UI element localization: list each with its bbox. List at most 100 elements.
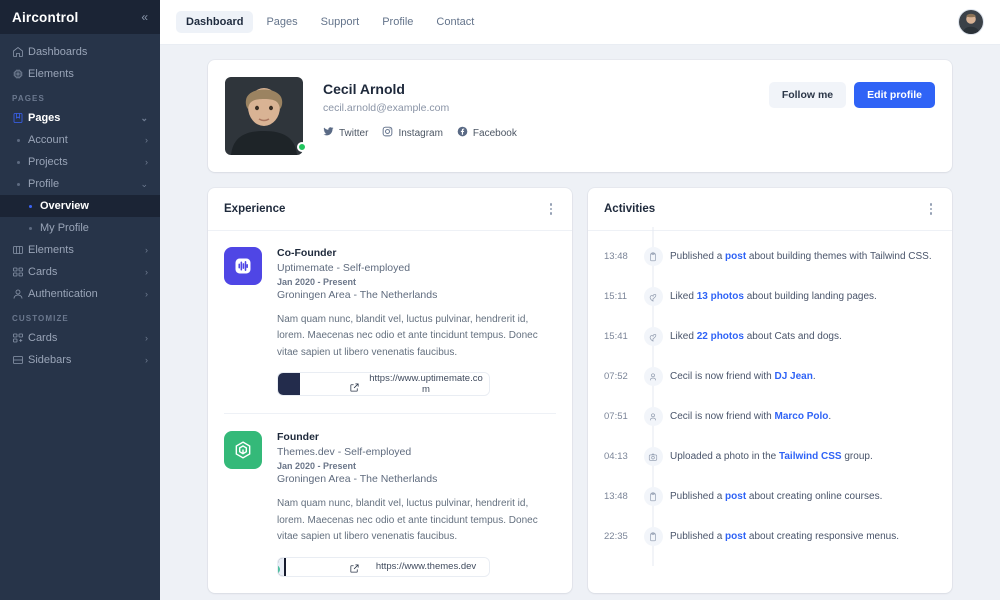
more-options-icon[interactable] — [926, 201, 937, 217]
activity-time: 13:48 — [604, 491, 636, 502]
experience-item: Founder Themes.dev - Self-employed Jan 2… — [224, 413, 556, 577]
sidebar-item-profile[interactable]: Profile ⌄ — [0, 173, 160, 195]
person-icon — [644, 367, 663, 386]
nav-item-support[interactable]: Support — [311, 11, 370, 33]
social-label: Instagram — [398, 128, 442, 139]
sidebar-nav: Dashboards Elements PAGES Pages ⌄ Accoun… — [0, 34, 160, 600]
sidebar-item-label: Elements — [28, 244, 141, 256]
sidebar-item-pages[interactable]: Pages ⌄ — [0, 107, 160, 129]
activities-card-header: Activities — [588, 188, 952, 231]
activity-link[interactable]: 13 photos — [697, 291, 744, 302]
social-link-instagram[interactable]: Instagram — [382, 126, 442, 140]
experience-link-card[interactable]: https://www.uptimemate.com — [277, 372, 490, 396]
experience-link-url: https://www.themes.dev — [363, 558, 489, 576]
sidebar-item-projects[interactable]: Projects › — [0, 151, 160, 173]
sidebar: Aircontrol « Dashboards Elements PAGES — [0, 0, 160, 600]
page-content: Cecil Arnold cecil.arnold@example.com Tw… — [160, 45, 1000, 600]
social-link-facebook[interactable]: Facebook — [457, 126, 517, 140]
nav-item-pages[interactable]: Pages — [256, 11, 307, 33]
sidebar-item-account[interactable]: Account › — [0, 129, 160, 151]
external-link-icon — [349, 561, 360, 572]
user-icon — [12, 288, 28, 300]
person-icon — [644, 407, 663, 426]
sidebar-item-cards[interactable]: Cards › — [0, 261, 160, 283]
activities-title: Activities — [604, 203, 655, 215]
sidebar-item-dashboards[interactable]: Dashboards — [0, 41, 160, 63]
sidebar-item-overview[interactable]: Overview — [0, 195, 160, 217]
avatar[interactable] — [958, 9, 984, 35]
chip-icon — [12, 68, 28, 80]
cards-icon — [12, 266, 28, 278]
main-area: Dashboard Pages Support Profile Contact — [160, 0, 1000, 600]
list-item[interactable]: 22:35 Published a post about creating re… — [604, 517, 936, 557]
sidebar-item-label: Overview — [40, 200, 148, 212]
follow-me-button[interactable]: Follow me — [769, 82, 846, 108]
sidebar-item-sidebars[interactable]: Sidebars › — [0, 349, 160, 371]
list-item[interactable]: 07:51 Cecil is now friend with Marco Pol… — [604, 397, 936, 437]
nav-item-profile[interactable]: Profile — [372, 11, 423, 33]
list-item[interactable]: 15:41 Liked 22 photos about Cats and dog… — [604, 317, 936, 357]
sidebar-item-label: My Profile — [40, 222, 148, 234]
sidebar-item-elements[interactable]: Elements › — [0, 239, 160, 261]
experience-list: Co-Founder Uptimemate - Self-employed Ja… — [208, 231, 572, 593]
sidebar-item-label: Elements — [28, 68, 148, 80]
social-link-twitter[interactable]: Twitter — [323, 126, 368, 140]
experience-role: Founder — [277, 431, 556, 443]
edit-profile-button[interactable]: Edit profile — [854, 82, 935, 108]
sidebar-item-elements-top[interactable]: Elements — [0, 63, 160, 85]
activity-link[interactable]: 22 photos — [697, 331, 744, 342]
list-item[interactable]: 04:13 Uploaded a photo in the Tailwind C… — [604, 437, 936, 477]
activity-link[interactable]: Marco Polo — [774, 411, 828, 422]
sidebar-section-pages: PAGES — [0, 85, 160, 107]
activity-link[interactable]: DJ Jean — [774, 371, 812, 382]
list-item[interactable]: 15:11 Liked 13 photos about building lan… — [604, 277, 936, 317]
activity-text: Liked 22 photos about Cats and dogs. — [670, 331, 936, 342]
clipboard-icon — [644, 527, 663, 546]
list-item[interactable]: 07:52 Cecil is now friend with DJ Jean. — [604, 357, 936, 397]
chevron-down-icon: ⌄ — [140, 113, 148, 124]
bullet-dot-icon — [17, 139, 20, 142]
experience-card-header: Experience — [208, 188, 572, 231]
bullet-dot-icon — [29, 205, 32, 208]
chevron-right-icon: › — [145, 267, 148, 277]
social-label: Facebook — [473, 128, 517, 139]
sidebar-item-customize-cards[interactable]: Cards › — [0, 327, 160, 349]
activity-link[interactable]: post — [725, 251, 746, 262]
experience-link-url: https://www.uptimemate.com — [363, 373, 489, 395]
cards-add-icon — [12, 332, 28, 344]
activity-link[interactable]: Tailwind CSS — [779, 451, 842, 462]
nav-item-dashboard[interactable]: Dashboard — [176, 11, 253, 33]
activity-time: 04:13 — [604, 451, 636, 462]
experience-dates: Jan 2020 - Present — [277, 277, 556, 287]
profile-header-card: Cecil Arnold cecil.arnold@example.com Tw… — [208, 60, 952, 172]
sidebar-item-authentication[interactable]: Authentication › — [0, 283, 160, 305]
camera-icon — [644, 447, 663, 466]
activity-link[interactable]: post — [725, 531, 746, 542]
sidebar-item-label: Profile — [28, 178, 136, 190]
experience-link-card[interactable]: https://www.themes.dev — [277, 557, 490, 577]
social-label: Twitter — [339, 128, 368, 139]
profile-photo — [225, 77, 303, 155]
top-navigation: Dashboard Pages Support Profile Contact — [176, 11, 958, 33]
activity-time: 15:11 — [604, 291, 636, 302]
bullet-dot-icon — [17, 183, 20, 186]
more-options-icon[interactable] — [546, 201, 557, 217]
nav-item-contact[interactable]: Contact — [426, 11, 484, 33]
activity-link[interactable]: post — [725, 491, 746, 502]
experience-description: Nam quam nunc, blandit vel, luctus pulvi… — [277, 496, 556, 546]
twitter-icon — [323, 126, 334, 140]
topbar: Dashboard Pages Support Profile Contact — [160, 0, 1000, 45]
sidebar-item-my-profile[interactable]: My Profile — [0, 217, 160, 239]
experience-dates: Jan 2020 - Present — [277, 461, 556, 471]
link-thumbnail — [278, 558, 363, 576]
sidebar-item-label: Account — [28, 134, 141, 146]
list-item[interactable]: 13:48 Published a post about creating on… — [604, 477, 936, 517]
activity-text: Uploaded a photo in the Tailwind CSS gro… — [670, 451, 936, 462]
status-badge — [297, 142, 307, 152]
list-item[interactable]: 13:48 Published a post about building th… — [604, 237, 936, 277]
experience-role: Co-Founder — [277, 247, 556, 259]
heart-icon — [644, 287, 663, 306]
activity-time: 07:51 — [604, 411, 636, 422]
columns-icon — [12, 244, 28, 256]
sidebar-collapse-icon[interactable]: « — [141, 10, 148, 24]
